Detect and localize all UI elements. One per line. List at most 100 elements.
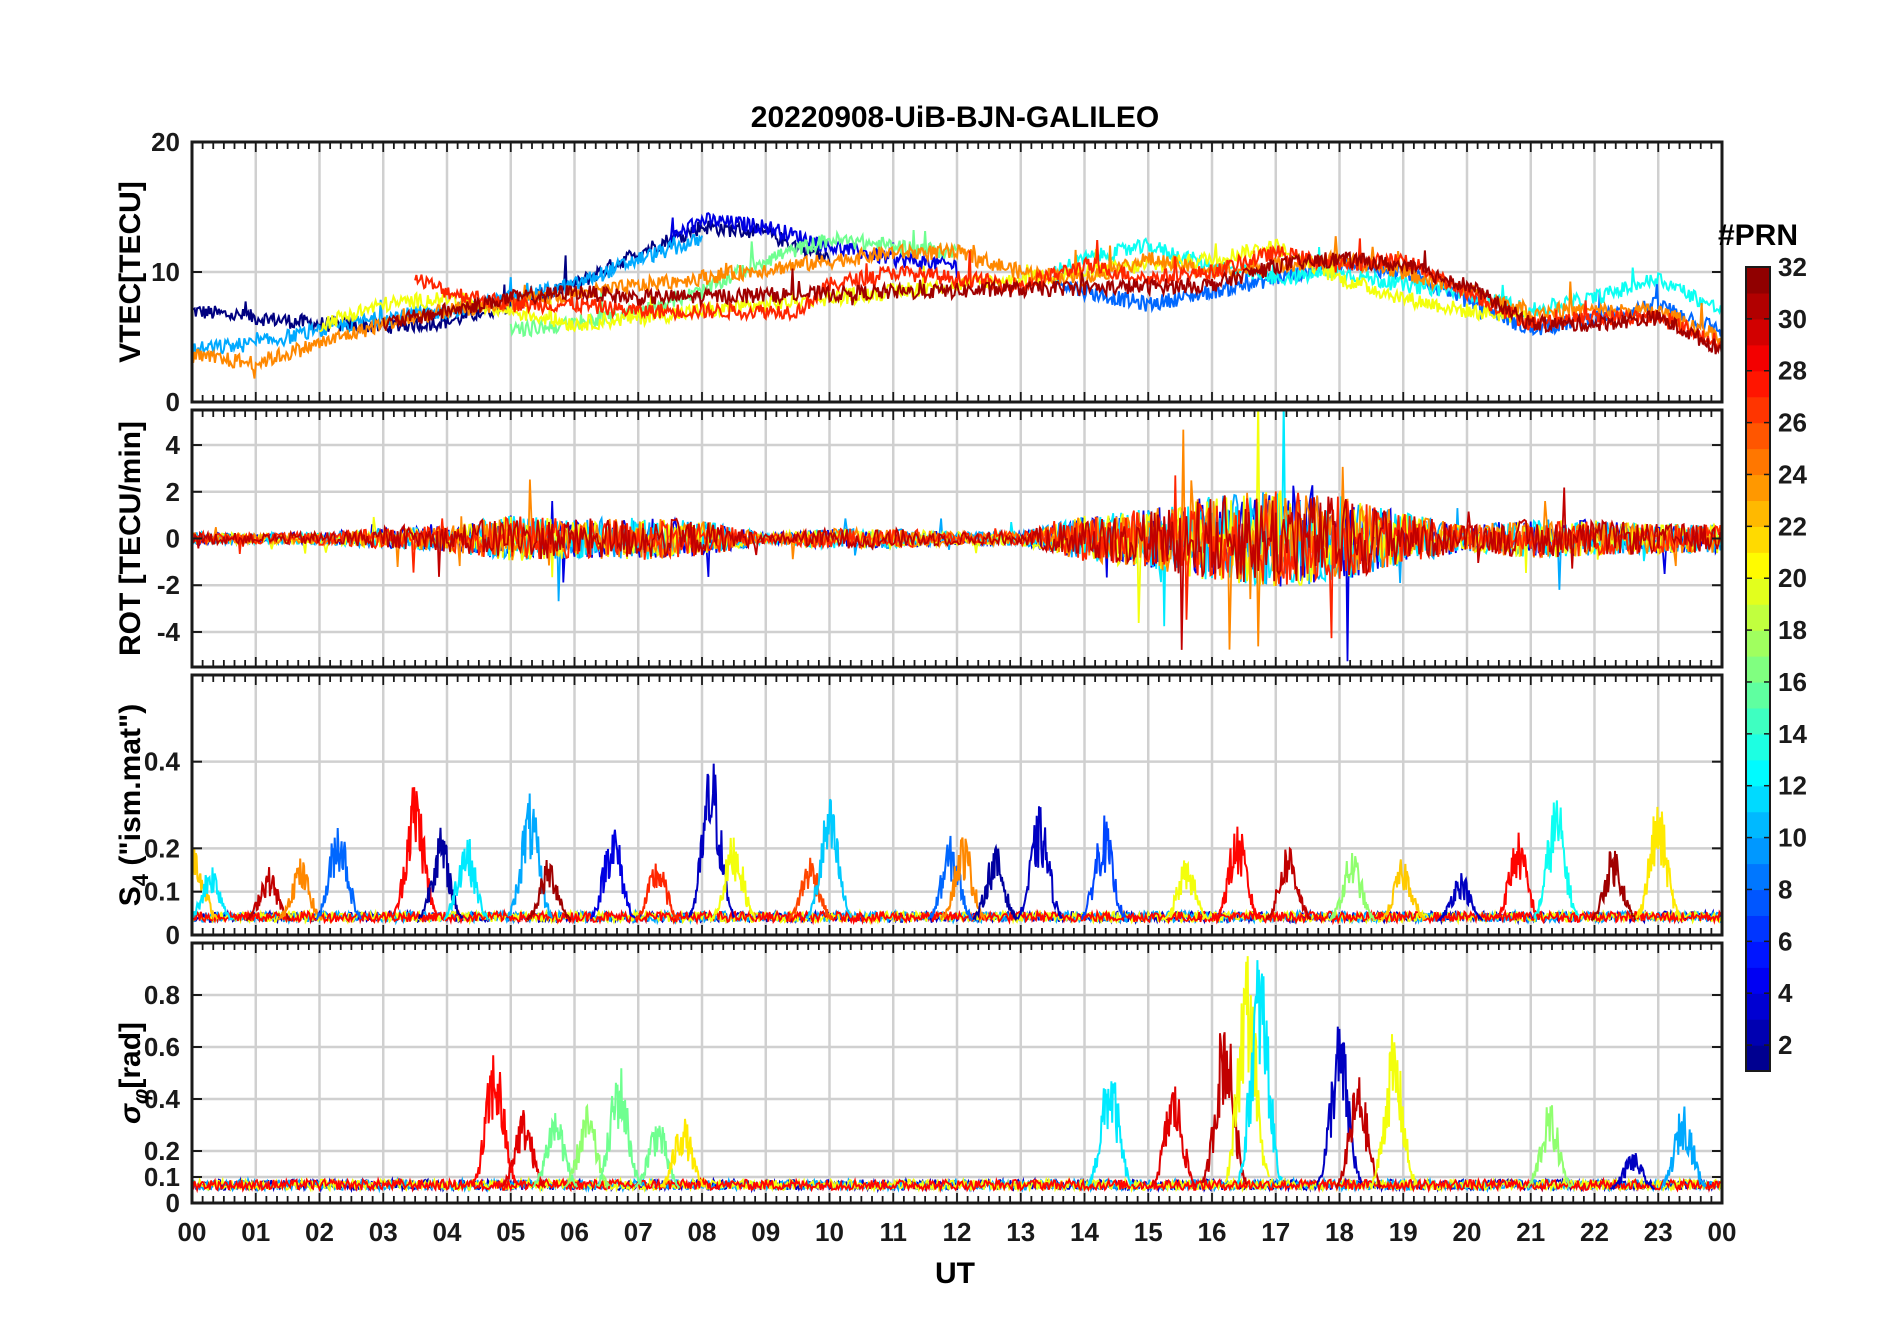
colorbar-segment	[1746, 941, 1770, 968]
x-tick-label: 10	[815, 1217, 844, 1247]
colorbar-tick-label: 32	[1778, 252, 1807, 282]
colorbar-segment	[1746, 811, 1770, 839]
grid	[192, 675, 1722, 935]
s4-peak-prn-20	[1163, 860, 1209, 920]
colorbar-tick-label: 12	[1778, 771, 1807, 801]
s4-peak-prn-28	[1494, 832, 1541, 920]
x-tick-label: 16	[1198, 1217, 1227, 1247]
x-tick-label: 19	[1389, 1217, 1418, 1247]
x-tick-label: 01	[241, 1217, 270, 1247]
colorbar-segment	[1746, 604, 1770, 631]
colorbar-segment	[1746, 863, 1770, 891]
x-tick-label: 15	[1134, 1217, 1163, 1247]
y-tick-label: 0	[166, 387, 180, 417]
sigma_phi-peak-prn-10	[1660, 1106, 1707, 1190]
colorbar-segment	[1746, 707, 1770, 735]
chart-title: 20220908-UiB-BJN-GALILEO	[751, 101, 1159, 134]
s4-peak-prn-13	[1533, 800, 1580, 920]
colorbar-segment	[1746, 422, 1770, 450]
prn-colorbar: 2468101214161820222426283032#PRN	[1718, 219, 1807, 1072]
s4-peak-prn-24	[277, 858, 324, 921]
colorbar-tick-label: 16	[1778, 667, 1807, 697]
panel-s4: 00.10.20.4S4 ("ism.mat")	[114, 673, 1724, 950]
colorbar-segment	[1746, 1045, 1770, 1072]
colorbar-segment	[1746, 733, 1770, 761]
colorbar-segment	[1746, 656, 1770, 683]
colorbar-segment	[1746, 474, 1770, 502]
colorbar-segment	[1746, 889, 1770, 916]
colorbar-tick-label: 20	[1778, 563, 1807, 593]
y-tick-label: 0	[166, 1188, 180, 1218]
colorbar-segment	[1746, 837, 1770, 865]
y-tick-label: 0	[166, 524, 180, 554]
data-layer	[192, 763, 1722, 926]
x-axis-label: UT	[935, 1257, 975, 1290]
s4-peak-prn-28	[1214, 826, 1261, 920]
s4-peak-prn-28	[391, 787, 438, 919]
y-axis-label-vtec: VTEC[TECU]	[114, 181, 147, 363]
x-tick-label: 05	[496, 1217, 525, 1247]
colorbar-segment	[1746, 500, 1770, 527]
colorbar-tick-label: 4	[1778, 978, 1793, 1008]
colorbar-segment	[1746, 526, 1770, 553]
x-tick-label: 20	[1453, 1217, 1482, 1247]
colorbar-tick-label: 10	[1778, 823, 1807, 853]
colorbar-segment	[1746, 448, 1770, 476]
panel-sigma_phi: 00.10.20.40.60.8σφ[rad]00 01 02 03 04 05 06 07 0…	[114, 941, 1737, 1247]
x-tick-label: 09	[751, 1217, 780, 1247]
panel-vtec: 0 10 20VTEC[TECU]	[114, 127, 1724, 417]
x-tick-label: 04	[433, 1217, 462, 1247]
colorbar-segment	[1746, 267, 1770, 294]
colorbar-segment	[1746, 915, 1770, 942]
y-tick-label: 0.2	[144, 1136, 180, 1166]
x-tick-label: 02	[305, 1217, 334, 1247]
colorbar-segment	[1746, 292, 1770, 320]
colorbar-segment	[1746, 759, 1770, 787]
s4-peak-prn-8	[315, 827, 362, 921]
y-tick-label: 4	[166, 430, 181, 460]
x-tick-label: 22	[1580, 1217, 1609, 1247]
colorbar-segment	[1746, 967, 1770, 994]
y-tick-label: 0	[166, 920, 180, 950]
colorbar-segment	[1746, 993, 1770, 1020]
x-tick-label: 06	[560, 1217, 589, 1247]
y-tick-label: 0.6	[144, 1032, 180, 1062]
colorbar-segment	[1746, 370, 1770, 398]
y-tick-label: 0.8	[144, 980, 180, 1010]
x-tick-label: 13	[1006, 1217, 1035, 1247]
x-tick-label: 23	[1644, 1217, 1673, 1247]
y-tick-label: 0.4	[144, 747, 181, 777]
colorbar-tick-label: 14	[1778, 719, 1807, 749]
colorbar-segment	[1746, 578, 1770, 605]
s4-peak-prn-31	[1590, 850, 1637, 922]
colorbar-tick-label: 28	[1778, 356, 1807, 386]
x-tick-label: 14	[1070, 1217, 1099, 1247]
colorbar-segment	[1746, 318, 1770, 346]
y-tick-label: 0.1	[144, 1162, 180, 1192]
s4-peak-prn-17	[1329, 852, 1376, 923]
x-tick-label: 11	[880, 1217, 908, 1247]
s4-peak-prn-3	[1016, 806, 1063, 920]
colorbar-tick-label: 6	[1778, 926, 1792, 956]
x-tick-label: 00	[1708, 1217, 1737, 1247]
y-axis-label-s4: S4 ("ism.mat")	[114, 704, 153, 906]
s4-peak-prn-2	[972, 843, 1018, 922]
y-tick-label: 20	[151, 127, 180, 157]
colorbar-segment	[1746, 785, 1770, 813]
grid	[192, 943, 1722, 1203]
s4-peak-prn-3	[688, 763, 735, 918]
sigma_phi-peak-prn-29	[1150, 1086, 1197, 1188]
x-tick-label: 00	[178, 1217, 207, 1247]
y-tick-label: 0.2	[144, 833, 180, 863]
colorbar-segment	[1746, 630, 1770, 657]
y-axis-label-rot: ROT [TECU/min]	[114, 421, 147, 656]
sigma_phi-peak-prn-16	[596, 1068, 643, 1187]
x-tick-label: 18	[1325, 1217, 1354, 1247]
s4-peak-prn-30	[1265, 846, 1312, 921]
colorbar-label: #PRN	[1718, 219, 1798, 252]
colorbar-tick-label: 18	[1778, 615, 1807, 645]
s4-peak-prn-4	[590, 829, 636, 920]
colorbar-tick-label: 30	[1778, 304, 1807, 334]
colorbar-segment	[1746, 396, 1770, 424]
x-tick-label: 17	[1261, 1217, 1290, 1247]
